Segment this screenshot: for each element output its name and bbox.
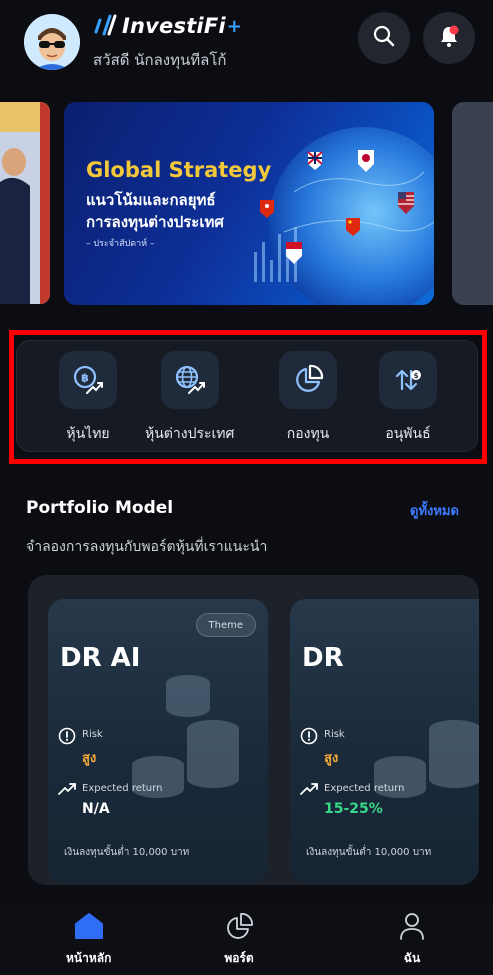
category-menu: ฿ หุ้นไทย หุ้นต่างประเทศ กองทุน $ อนุพัน… [16, 340, 478, 452]
portfolio-card[interactable]: T DR Risk สูง Expected return 15-25% [290, 599, 479, 883]
risk-value: สูง [324, 751, 339, 766]
category-label: อนุพันธ์ [385, 426, 431, 442]
search-button[interactable] [358, 12, 410, 64]
category-thai-stock[interactable]: ฿ หุ้นไทย [59, 351, 117, 445]
portfolio-carousel: Theme DR AI Risk สูง Expected return N/A… [28, 575, 479, 885]
nav-label: พอร์ต [224, 951, 254, 965]
theme-tag: Theme [195, 613, 256, 637]
category-label: หุ้นต่างประเทศ [145, 426, 235, 442]
nav-label: ฉัน [403, 951, 421, 965]
svg-text:฿: ฿ [81, 372, 89, 385]
risk-label: Risk [82, 729, 103, 740]
svg-text:$: $ [414, 372, 419, 380]
brand-plus: + [226, 15, 242, 37]
category-label: กองทุน [286, 426, 330, 442]
min-investment: เงินลงทุนขั้นต่ำ 10,000 บาท [306, 847, 432, 858]
bell-icon [437, 24, 461, 52]
section-subtitle: จำลองการลงทุนกับพอร์ตหุ้นที่เราแนะนำ [26, 539, 268, 555]
nav-profile[interactable]: ฉัน [395, 911, 429, 968]
nav-label: หน้าหลัก [66, 951, 112, 965]
risk-label: Risk [324, 729, 345, 740]
min-investment: เงินลงทุนขั้นต่ำ 10,000 บาท [64, 847, 190, 858]
coins-illustration-icon [132, 675, 239, 798]
derivative-icon: $ [379, 351, 437, 409]
return-value: 15-25% [324, 801, 383, 817]
banner-global-strategy[interactable]: Global Strategy แนวโน้มและกลยุทธ์ การลงท… [64, 102, 434, 305]
banner-subtitle-line1: แนวโน้มและกลยุทธ์ [86, 191, 216, 209]
thai-stock-icon: ฿ [59, 351, 117, 409]
brand-name: InvestiFi [122, 14, 226, 38]
greeting-text: สวัสดี นักลงทุนทีลโก้ [93, 51, 227, 69]
brand-logo: InvestiFi + [92, 14, 242, 38]
nav-portfolio[interactable]: พอร์ต [222, 911, 256, 968]
banner-previous-slide[interactable] [0, 102, 50, 304]
section-title: Portfolio Model [26, 498, 174, 518]
app-header: InvestiFi + สวัสดี นักลงทุนทีลโก้ [0, 0, 493, 92]
profile-icon [395, 911, 429, 941]
bottom-navigation: หน้าหลัก พอร์ต ฉัน [0, 905, 493, 975]
category-derivative[interactable]: $ อนุพันธ์ [379, 351, 437, 445]
banner-title: Global Strategy [86, 158, 272, 182]
return-label: Expected return [324, 783, 405, 794]
banner-caption: – ประจำสัปดาห์ – [86, 239, 155, 249]
home-icon [72, 911, 106, 941]
portfolio-name: DR [302, 643, 344, 673]
global-stock-icon [160, 351, 219, 409]
risk-value: สูง [82, 751, 97, 766]
category-global-stock[interactable]: หุ้นต่างประเทศ [145, 351, 234, 445]
portfolio-card[interactable]: Theme DR AI Risk สูง Expected return N/A… [48, 599, 268, 883]
fund-pie-icon [279, 351, 337, 409]
search-icon [373, 25, 395, 51]
banner-next-slide[interactable] [452, 102, 493, 305]
brand-mark-icon [92, 14, 118, 38]
coins-illustration-icon [374, 720, 479, 798]
return-label: Expected return [82, 783, 163, 794]
category-fund[interactable]: กองทุน [279, 351, 337, 445]
banner-subtitle-line2: การลงทุนต่างประเทศ [86, 213, 224, 231]
notification-button[interactable] [423, 12, 475, 64]
see-all-link[interactable]: ดูทั้งหมด [410, 500, 459, 521]
portfolio-icon [222, 911, 256, 941]
nav-home[interactable]: หน้าหลัก [66, 911, 111, 968]
category-label: หุ้นไทย [66, 426, 110, 442]
portfolio-name: DR AI [60, 643, 141, 673]
return-value: N/A [82, 801, 110, 817]
avatar[interactable] [24, 14, 80, 70]
